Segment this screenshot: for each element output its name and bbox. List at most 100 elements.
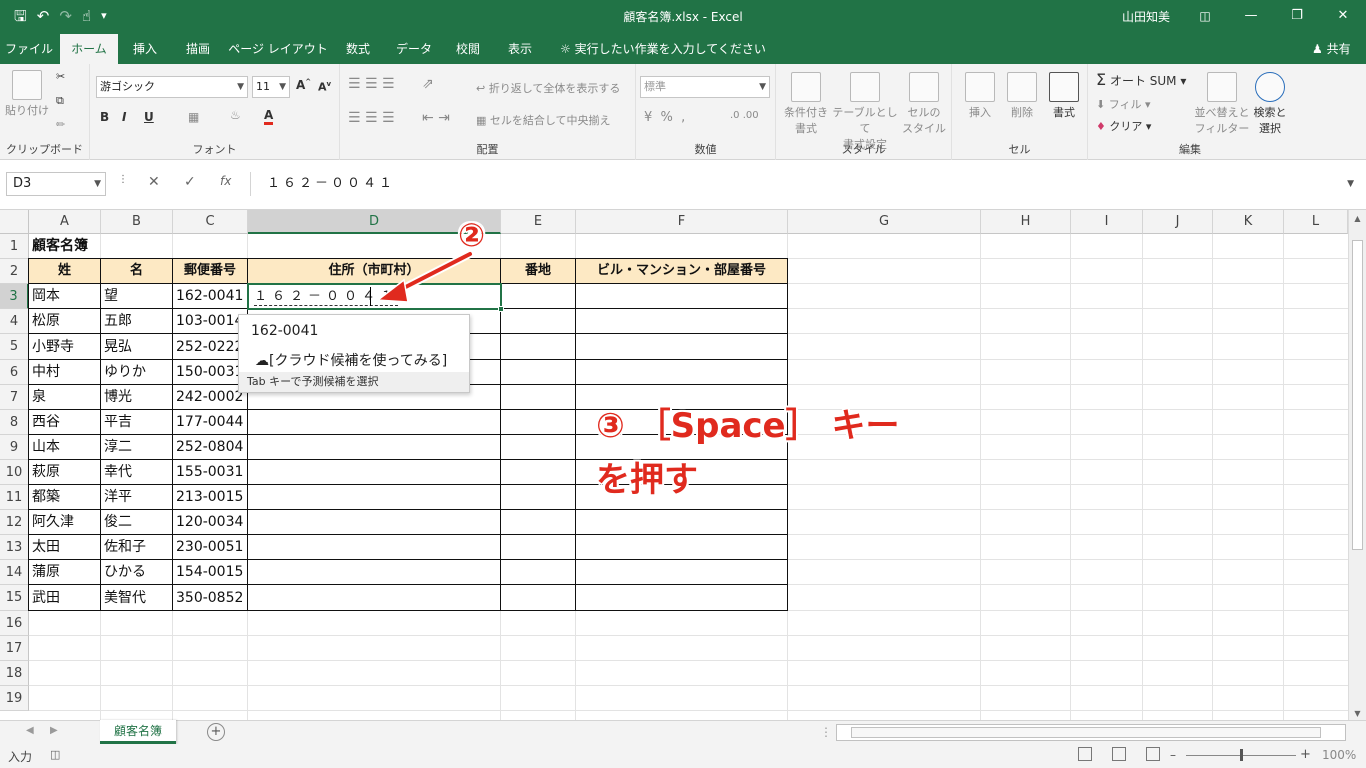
font-size-select[interactable]: 11 ▼ — [252, 76, 290, 98]
row-header[interactable]: 10 — [0, 460, 29, 485]
table-cell[interactable]: 岡本 — [29, 284, 100, 309]
table-cell[interactable]: 俊二 — [101, 510, 172, 535]
insert-cells-button[interactable]: 挿入 — [960, 72, 1000, 120]
row-header[interactable]: 4 — [0, 309, 29, 334]
fill-button[interactable]: ⬇ フィル ▾ — [1096, 96, 1151, 112]
clear-button[interactable]: ♦ クリア ▾ — [1096, 118, 1151, 134]
table-cell[interactable]: ひかる — [101, 560, 172, 585]
column-header-l[interactable]: L — [1284, 210, 1348, 234]
select-all-corner[interactable] — [0, 210, 29, 234]
table-header-cell[interactable]: 郵便番号 — [173, 259, 247, 283]
fill-color-icon[interactable]: ♨ — [230, 108, 241, 122]
table-cell[interactable]: 佐和子 — [101, 535, 172, 560]
tab-home[interactable]: ホーム — [60, 34, 118, 64]
orientation-icon[interactable]: ⇗ — [422, 76, 434, 92]
table-cell[interactable]: 252-0222 — [173, 334, 247, 360]
tab-page-layout[interactable]: ページ レイアウト — [226, 34, 330, 64]
table-cell[interactable]: ゆりか — [101, 360, 172, 385]
table-cell[interactable]: 幸代 — [101, 460, 172, 485]
scroll-down-icon[interactable]: ▼ — [1349, 709, 1366, 718]
table-cell[interactable]: 小野寺 — [29, 334, 100, 360]
row-header[interactable]: 11 — [0, 485, 29, 510]
italic-icon[interactable]: I — [122, 110, 126, 124]
close-icon[interactable]: ✕ — [1320, 0, 1366, 32]
ribbon-display-options-icon[interactable]: ◫ — [1182, 0, 1228, 32]
tab-split-icon[interactable]: ⋮ — [820, 725, 832, 739]
column-header-k[interactable]: K — [1213, 210, 1284, 234]
paste-button[interactable]: 貼り付け — [4, 70, 50, 118]
sheet-prev-icon[interactable]: ◀ — [26, 725, 34, 736]
table-cell[interactable]: 213-0015 — [173, 485, 247, 510]
tab-insert[interactable]: 挿入 — [120, 34, 170, 64]
tab-draw[interactable]: 描画 — [174, 34, 222, 64]
column-header-e[interactable]: E — [501, 210, 576, 234]
border-icon[interactable]: ▦ — [188, 110, 199, 124]
row-header[interactable]: 13 — [0, 535, 29, 560]
user-name[interactable]: 山田知美 — [1122, 8, 1170, 25]
autosum-button[interactable]: Σ オート SUM ▾ — [1096, 70, 1186, 89]
merge-center-button[interactable]: ▦ セルを結合して中央揃え — [476, 112, 611, 128]
table-cell[interactable]: 松原 — [29, 309, 100, 334]
table-cell[interactable]: 230-0051 — [173, 535, 247, 560]
table-cell[interactable]: 103-0014 — [173, 309, 247, 334]
ime-cloud-candidate[interactable]: ☁[クラウド候補を使ってみる] — [255, 350, 447, 370]
minimize-icon[interactable]: — — [1228, 0, 1274, 32]
row-header[interactable]: 5 — [0, 334, 29, 360]
ime-candidate[interactable]: 162-0041 — [251, 323, 318, 339]
currency-icon[interactable]: ¥ % , — [644, 110, 685, 125]
zoom-level[interactable]: 100% — [1322, 748, 1356, 762]
grow-font-icon[interactable]: A^ — [296, 78, 311, 92]
table-cell[interactable]: 平吉 — [101, 410, 172, 435]
scroll-thumb[interactable] — [851, 727, 1321, 738]
row-header[interactable]: 7 — [0, 385, 29, 410]
underline-icon[interactable]: U — [144, 110, 154, 124]
table-header-cell[interactable]: 姓 — [29, 259, 100, 283]
zoom-slider-knob[interactable] — [1240, 749, 1243, 761]
table-cell[interactable]: 太田 — [29, 535, 100, 560]
font-color-icon[interactable]: A — [264, 108, 274, 125]
table-cell[interactable]: 洋平 — [101, 485, 172, 510]
table-cell[interactable]: 西谷 — [29, 410, 100, 435]
row-header[interactable]: 15 — [0, 585, 29, 611]
name-box[interactable]: D3 ▼ — [6, 172, 106, 196]
tab-data[interactable]: データ — [388, 34, 440, 64]
conditional-format-button[interactable]: 条件付き 書式 — [780, 72, 832, 136]
table-cell[interactable]: 武田 — [29, 585, 100, 611]
align-left-icon[interactable]: ☰ ☰ ☰ — [348, 110, 395, 126]
column-header-f[interactable]: F — [576, 210, 788, 234]
column-header-b[interactable]: B — [101, 210, 173, 234]
scroll-thumb[interactable] — [1352, 240, 1363, 550]
page-layout-view-icon[interactable] — [1112, 747, 1126, 761]
table-cell[interactable]: 阿久津 — [29, 510, 100, 535]
normal-view-icon[interactable] — [1078, 747, 1092, 761]
table-cell[interactable]: 120-0034 — [173, 510, 247, 535]
column-header-a[interactable]: A — [29, 210, 101, 234]
tab-formulas[interactable]: 数式 — [334, 34, 382, 64]
row-header[interactable]: 2 — [0, 259, 29, 284]
table-cell[interactable]: 淳二 — [101, 435, 172, 460]
horizontal-scrollbar[interactable] — [836, 724, 1346, 741]
tab-review[interactable]: 校閲 — [444, 34, 492, 64]
share-button[interactable]: ♟ 共有 — [1312, 34, 1351, 64]
row-header[interactable]: 6 — [0, 360, 29, 385]
table-cell[interactable]: 泉 — [29, 385, 100, 410]
table-cell[interactable]: 美智代 — [101, 585, 172, 611]
table-cell[interactable]: 177-0044 — [173, 410, 247, 435]
cut-icon[interactable]: ✂ — [56, 70, 65, 83]
delete-cells-button[interactable]: 削除 — [1002, 72, 1042, 120]
table-cell[interactable]: 154-0015 — [173, 560, 247, 585]
indent-icon[interactable]: ⇤ ⇥ — [422, 110, 450, 126]
sheet-next-icon[interactable]: ▶ — [50, 725, 58, 736]
column-header-h[interactable]: H — [981, 210, 1071, 234]
column-header-g[interactable]: G — [788, 210, 981, 234]
row-header[interactable]: 9 — [0, 435, 29, 460]
table-cell[interactable]: 252-0804 — [173, 435, 247, 460]
shrink-font-icon[interactable]: Av — [318, 80, 331, 94]
sort-filter-button[interactable]: 並べ替えと フィルター — [1194, 72, 1250, 136]
decimal-icon[interactable]: .0 .00 — [730, 110, 759, 121]
table-header-cell[interactable]: 名 — [101, 259, 172, 283]
column-header-c[interactable]: C — [173, 210, 248, 234]
column-header-j[interactable]: J — [1143, 210, 1213, 234]
table-cell[interactable]: 中村 — [29, 360, 100, 385]
table-cell[interactable]: 萩原 — [29, 460, 100, 485]
